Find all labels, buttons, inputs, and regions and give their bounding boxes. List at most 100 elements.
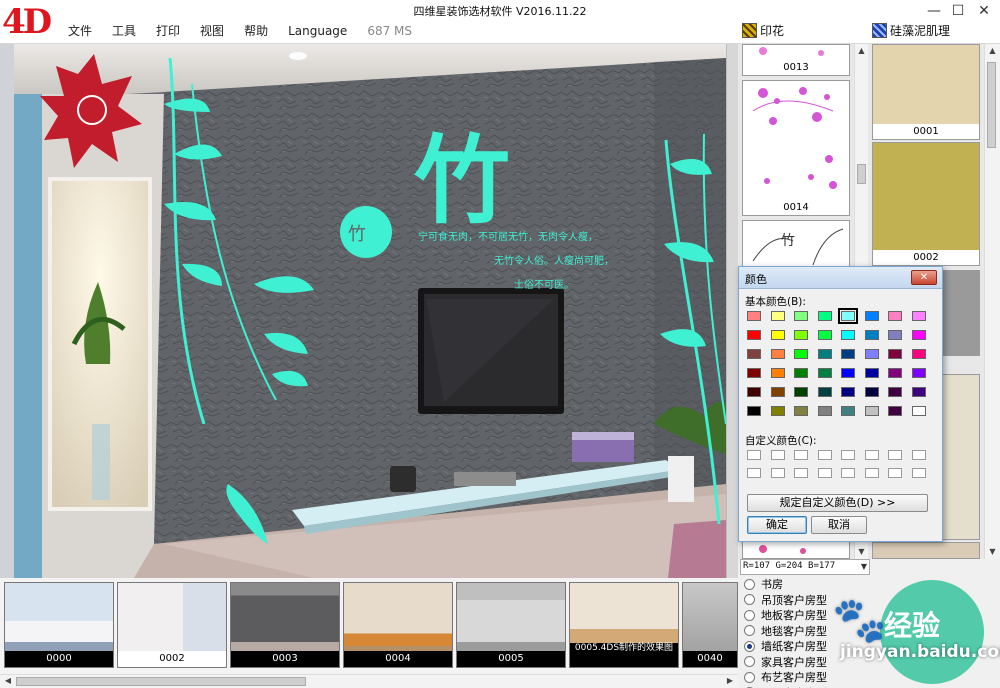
color-swatch[interactable] bbox=[888, 368, 902, 378]
radio-button[interactable] bbox=[744, 578, 755, 590]
room-type-option[interactable]: 卫浴客户房型 bbox=[744, 685, 827, 688]
color-swatch[interactable] bbox=[911, 387, 926, 397]
texture-scrollbar[interactable]: ▲ ▼ bbox=[984, 44, 1000, 559]
scroll-right-arrow[interactable]: ▶ bbox=[724, 674, 736, 688]
room-render-view[interactable]: 竹 竹 宁可食无肉，不可居无竹，无肉令人瘦， 无竹令人俗。人瘦尚可肥， 士俗不可… bbox=[14, 44, 726, 578]
color-swatch[interactable] bbox=[747, 349, 761, 359]
radio-button[interactable] bbox=[744, 594, 755, 605]
menu-print[interactable]: 打印 bbox=[146, 22, 190, 40]
scroll-left-arrow[interactable]: ◀ bbox=[2, 674, 14, 688]
color-swatch[interactable] bbox=[888, 311, 902, 321]
color-swatch[interactable] bbox=[911, 406, 926, 416]
radio-button[interactable] bbox=[744, 640, 755, 652]
custom-color-slot[interactable] bbox=[911, 450, 926, 460]
color-swatch[interactable] bbox=[747, 406, 761, 416]
pattern-thumb-0014[interactable]: 0014 bbox=[742, 80, 850, 216]
color-swatch[interactable] bbox=[911, 349, 926, 359]
pattern-thumb-partial[interactable] bbox=[742, 540, 850, 559]
pattern-thumb-bamboo[interactable]: 竹 bbox=[742, 220, 850, 270]
room-type-option[interactable]: 吊顶客户房型 bbox=[744, 592, 827, 608]
close-button[interactable]: ✕ bbox=[974, 2, 994, 20]
scroll-up-arrow[interactable]: ▲ bbox=[855, 44, 868, 58]
scroll-thumb[interactable] bbox=[987, 62, 996, 148]
menu-tools[interactable]: 工具 bbox=[102, 22, 146, 40]
color-swatch[interactable] bbox=[911, 368, 926, 378]
room-thumbnail[interactable]: 0002 bbox=[117, 582, 227, 668]
color-swatch[interactable] bbox=[747, 330, 761, 340]
color-swatch[interactable] bbox=[817, 330, 832, 340]
room-type-option[interactable]: 家具客户房型 bbox=[744, 654, 827, 670]
scroll-up-arrow[interactable]: ▲ bbox=[985, 44, 1000, 58]
room-type-option[interactable]: 书房 bbox=[744, 576, 783, 592]
color-swatch[interactable] bbox=[747, 311, 761, 321]
scroll-thumb[interactable] bbox=[857, 164, 866, 184]
color-swatch[interactable] bbox=[864, 368, 879, 378]
room-thumbnail[interactable]: 0000 bbox=[4, 582, 114, 668]
color-swatch[interactable] bbox=[770, 406, 785, 416]
scroll-down-arrow[interactable]: ▼ bbox=[855, 545, 868, 559]
custom-color-slot[interactable] bbox=[888, 468, 902, 478]
dialog-title-bar[interactable]: 颜色 ✕ bbox=[739, 267, 942, 289]
dialog-close-button[interactable]: ✕ bbox=[911, 270, 937, 285]
color-swatch[interactable] bbox=[794, 368, 808, 378]
color-swatch[interactable] bbox=[817, 311, 832, 321]
ok-button[interactable]: 确定 bbox=[747, 516, 807, 534]
room-type-option[interactable]: 地毯客户房型 bbox=[744, 623, 827, 639]
room-thumbnail[interactable]: 0004 bbox=[343, 582, 453, 668]
custom-color-slot[interactable] bbox=[841, 468, 855, 478]
color-swatch[interactable] bbox=[841, 406, 855, 416]
custom-color-slot[interactable] bbox=[794, 450, 808, 460]
minimize-button[interactable]: — bbox=[924, 2, 944, 20]
color-swatch[interactable] bbox=[864, 311, 879, 321]
room-thumbnail[interactable]: 0005.4DS制作的效果图 bbox=[569, 582, 679, 668]
custom-color-slot[interactable] bbox=[817, 468, 832, 478]
custom-color-slot[interactable] bbox=[747, 468, 761, 478]
menu-view[interactable]: 视图 bbox=[190, 22, 234, 40]
color-swatch[interactable] bbox=[841, 368, 855, 378]
menu-file[interactable]: 文件 bbox=[58, 22, 102, 40]
custom-color-slot[interactable] bbox=[888, 450, 902, 460]
custom-color-slot[interactable] bbox=[747, 450, 761, 460]
color-swatch[interactable] bbox=[747, 387, 761, 397]
color-swatch[interactable] bbox=[794, 349, 808, 359]
color-swatch[interactable] bbox=[794, 387, 808, 397]
room-type-option[interactable]: 墙纸客户房型 bbox=[744, 638, 827, 654]
color-swatch[interactable] bbox=[864, 406, 879, 416]
color-swatch[interactable] bbox=[817, 406, 832, 416]
pattern-thumb-0013[interactable]: 0013 bbox=[742, 44, 850, 76]
color-swatch[interactable] bbox=[888, 349, 902, 359]
define-custom-colors-button[interactable]: 规定自定义颜色(D) >> bbox=[747, 494, 928, 512]
texture-thumb-partial[interactable] bbox=[872, 542, 980, 559]
color-swatch[interactable] bbox=[864, 349, 879, 359]
color-swatch[interactable] bbox=[817, 349, 832, 359]
custom-color-slot[interactable] bbox=[864, 450, 879, 460]
color-swatch[interactable] bbox=[747, 368, 761, 378]
color-swatch[interactable] bbox=[888, 387, 902, 397]
color-swatch[interactable] bbox=[770, 368, 785, 378]
color-swatch[interactable] bbox=[888, 330, 902, 340]
color-swatch[interactable] bbox=[794, 330, 808, 340]
room-type-option[interactable]: 布艺客户房型 bbox=[744, 669, 827, 685]
color-swatch[interactable] bbox=[770, 387, 785, 397]
color-swatch[interactable] bbox=[841, 349, 855, 359]
color-swatch[interactable] bbox=[770, 330, 785, 340]
scroll-down-arrow[interactable]: ▼ bbox=[985, 545, 1000, 559]
color-swatch[interactable] bbox=[770, 349, 785, 359]
color-swatch[interactable] bbox=[841, 387, 855, 397]
custom-color-slot[interactable] bbox=[864, 468, 879, 478]
custom-color-slot[interactable] bbox=[911, 468, 926, 478]
color-swatch[interactable] bbox=[888, 406, 902, 416]
color-swatch[interactable] bbox=[841, 330, 855, 340]
room-thumbnail[interactable]: 0003 bbox=[230, 582, 340, 668]
color-swatch[interactable] bbox=[864, 330, 879, 340]
room-thumbnail[interactable]: 0005 bbox=[456, 582, 566, 668]
room-type-option[interactable]: 地板客户房型 bbox=[744, 607, 827, 623]
custom-color-slot[interactable] bbox=[841, 450, 855, 460]
radio-button[interactable] bbox=[744, 656, 755, 667]
custom-color-slot[interactable] bbox=[817, 450, 832, 460]
scroll-thumb[interactable] bbox=[16, 677, 306, 686]
color-swatch[interactable] bbox=[794, 311, 808, 321]
custom-color-slot[interactable] bbox=[770, 468, 785, 478]
print-pattern-tool[interactable]: 印花 bbox=[742, 22, 784, 39]
texture-thumb-0002[interactable]: 0002 bbox=[872, 142, 980, 266]
